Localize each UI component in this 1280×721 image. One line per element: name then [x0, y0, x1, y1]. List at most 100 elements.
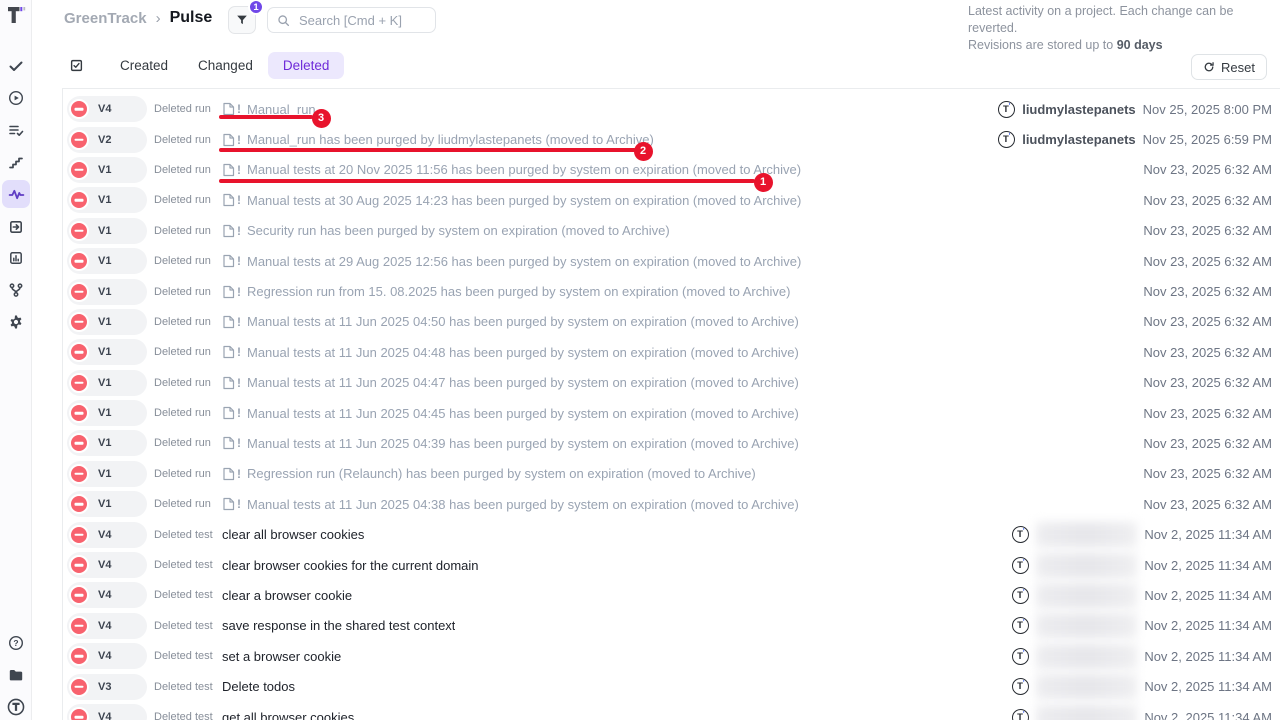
deleted-minus-icon	[69, 464, 89, 484]
document-bang: !	[237, 497, 241, 511]
document-bang: !	[237, 345, 241, 359]
activity-row[interactable]: V1 Deleted run !Manual tests at 11 Jun 2…	[63, 398, 1280, 428]
deleted-minus-icon	[69, 373, 89, 393]
folder-icon	[8, 667, 24, 683]
sidebar-item-help[interactable]: ?	[2, 629, 30, 657]
deleted-minus-icon	[69, 190, 89, 210]
item-title[interactable]: !save response in the shared test contex…	[222, 618, 455, 633]
activity-row[interactable]: V4 Deleted test !clear a browser cookie …	[63, 580, 1280, 610]
sidebar-item-analytics[interactable]	[2, 244, 30, 272]
change-type-label: Deleted test	[154, 711, 216, 720]
version-pill: V1	[67, 491, 147, 517]
annotation-line-1	[219, 179, 755, 183]
activity-filter-icon[interactable]	[69, 58, 84, 73]
version-pill: V4	[67, 704, 147, 720]
sidebar-item-settings[interactable]	[2, 308, 30, 336]
bar-chart-icon	[8, 250, 24, 266]
document-icon	[222, 406, 235, 420]
item-title[interactable]: !Manual tests at 11 Jun 2025 04:38 has b…	[222, 497, 799, 512]
item-title[interactable]: !clear a browser cookie	[222, 588, 352, 603]
document-bang: !	[237, 436, 241, 450]
activity-row[interactable]: V4 Deleted test !clear all browser cooki…	[63, 519, 1280, 549]
activity-row[interactable]: V4 Deleted test !get all browser cookies…	[63, 702, 1280, 720]
activity-row[interactable]: V4 Deleted test !set a browser cookie T'…	[63, 641, 1280, 671]
item-title[interactable]: !Security run has been purged by system …	[222, 223, 670, 238]
timestamp: Nov 23, 2025 6:32 AM	[1143, 497, 1272, 512]
item-title[interactable]: !Regression run from 15. 08.2025 has bee…	[222, 284, 790, 299]
sidebar-item-runs[interactable]	[2, 84, 30, 112]
document-icon	[222, 285, 235, 299]
activity-row[interactable]: V1 Deleted run !Manual tests at 11 Jun 2…	[63, 307, 1280, 337]
sidebar-item-import[interactable]	[2, 213, 30, 241]
tab-deleted[interactable]: Deleted	[268, 52, 345, 79]
gear-icon	[8, 314, 24, 330]
activity-row[interactable]: V4 Deleted test !save response in the sh…	[63, 611, 1280, 641]
activity-row[interactable]: V1 Deleted run !Manual tests at 30 Aug 2…	[63, 185, 1280, 215]
version-pill: V4	[67, 96, 147, 122]
annotation-line-3	[219, 115, 313, 119]
username[interactable]: liudmylastepanets	[1022, 132, 1135, 147]
breadcrumb-project[interactable]: GreenTrack	[64, 10, 147, 27]
item-title[interactable]: !Manual tests at 11 Jun 2025 04:39 has b…	[222, 436, 799, 451]
version-pill: V2	[67, 127, 147, 153]
item-title[interactable]: !Manual tests at 29 Aug 2025 12:56 has b…	[222, 254, 801, 269]
sidebar-item-pulse[interactable]	[2, 180, 30, 208]
sidebar-item-tasks[interactable]	[2, 52, 30, 80]
search-input[interactable]	[297, 12, 426, 29]
redacted-username	[1036, 705, 1137, 721]
annotation-line-2	[219, 148, 636, 152]
search-icon	[277, 14, 290, 27]
activity-row[interactable]: V1 Deleted run !Manual tests at 29 Aug 2…	[63, 246, 1280, 276]
search-box[interactable]	[267, 7, 436, 33]
version-label: V3	[98, 681, 111, 693]
item-title[interactable]: !Manual_run has been purged by liudmylas…	[222, 132, 654, 147]
version-pill: V1	[67, 309, 147, 335]
sidebar-item-branches[interactable]	[2, 276, 30, 304]
item-title[interactable]: !Regression run (Relaunch) has been purg…	[222, 466, 756, 481]
sidebar-item-account[interactable]	[2, 693, 30, 721]
activity-row[interactable]: V1 Deleted run !Security run has been pu…	[63, 216, 1280, 246]
deleted-minus-icon	[69, 160, 89, 180]
version-label: V4	[98, 620, 111, 632]
activity-row[interactable]: V4 Deleted run !Manual_run T' liudmylast…	[63, 94, 1280, 124]
svg-text:?: ?	[13, 638, 18, 648]
item-title[interactable]: !Delete todos	[222, 679, 295, 694]
activity-row[interactable]: V1 Deleted run !Manual tests at 11 Jun 2…	[63, 337, 1280, 367]
item-title[interactable]: !set a browser cookie	[222, 649, 341, 664]
app-logo-icon[interactable]	[6, 4, 28, 26]
activity-row[interactable]: V1 Deleted run !Manual tests at 11 Jun 2…	[63, 489, 1280, 519]
timestamp: Nov 2, 2025 11:34 AM	[1144, 618, 1272, 633]
document-bang: !	[237, 163, 241, 177]
activity-row[interactable]: V1 Deleted run !Manual tests at 11 Jun 2…	[63, 428, 1280, 458]
document-bang: !	[237, 315, 241, 329]
activity-row[interactable]: V4 Deleted test !clear browser cookies f…	[63, 550, 1280, 580]
item-title[interactable]: !Manual tests at 11 Jun 2025 04:47 has b…	[222, 375, 799, 390]
activity-row[interactable]: V3 Deleted test !Delete todos T' Nov 2, …	[63, 671, 1280, 701]
username[interactable]: liudmylastepanets	[1022, 102, 1135, 117]
activity-row[interactable]: V1 Deleted run !Regression run from 15. …	[63, 276, 1280, 306]
item-title[interactable]: !Manual tests at 11 Jun 2025 04:50 has b…	[222, 314, 799, 329]
version-pill: V4	[67, 643, 147, 669]
deleted-minus-icon	[69, 555, 89, 575]
reset-button[interactable]: Reset	[1191, 54, 1267, 80]
sidebar-item-steps[interactable]	[2, 148, 30, 176]
item-title[interactable]: !clear all browser cookies	[222, 527, 364, 542]
item-title[interactable]: !Manual tests at 11 Jun 2025 04:45 has b…	[222, 406, 799, 421]
item-title[interactable]: !Manual tests at 11 Jun 2025 04:48 has b…	[222, 345, 799, 360]
tab-changed[interactable]: Changed	[183, 52, 268, 79]
version-pill: V1	[67, 187, 147, 213]
item-title[interactable]: !get all browser cookies	[222, 710, 354, 721]
sidebar-item-test-plans[interactable]	[2, 116, 30, 144]
check-icon	[8, 58, 24, 74]
activity-row[interactable]: V1 Deleted run !Regression run (Relaunch…	[63, 459, 1280, 489]
change-type-label: Deleted run	[154, 255, 216, 267]
item-title[interactable]: !clear browser cookies for the current d…	[222, 558, 479, 573]
item-title[interactable]: !Manual tests at 20 Nov 2025 11:56 has b…	[222, 162, 801, 177]
item-title[interactable]: !Manual tests at 30 Aug 2025 14:23 has b…	[222, 193, 801, 208]
avatar: T'	[1012, 617, 1029, 634]
document-bang: !	[237, 467, 241, 481]
activity-row[interactable]: V1 Deleted run !Manual tests at 11 Jun 2…	[63, 368, 1280, 398]
sidebar-item-projects[interactable]	[2, 661, 30, 689]
document-bang: !	[237, 406, 241, 420]
tab-created[interactable]: Created	[105, 52, 183, 79]
